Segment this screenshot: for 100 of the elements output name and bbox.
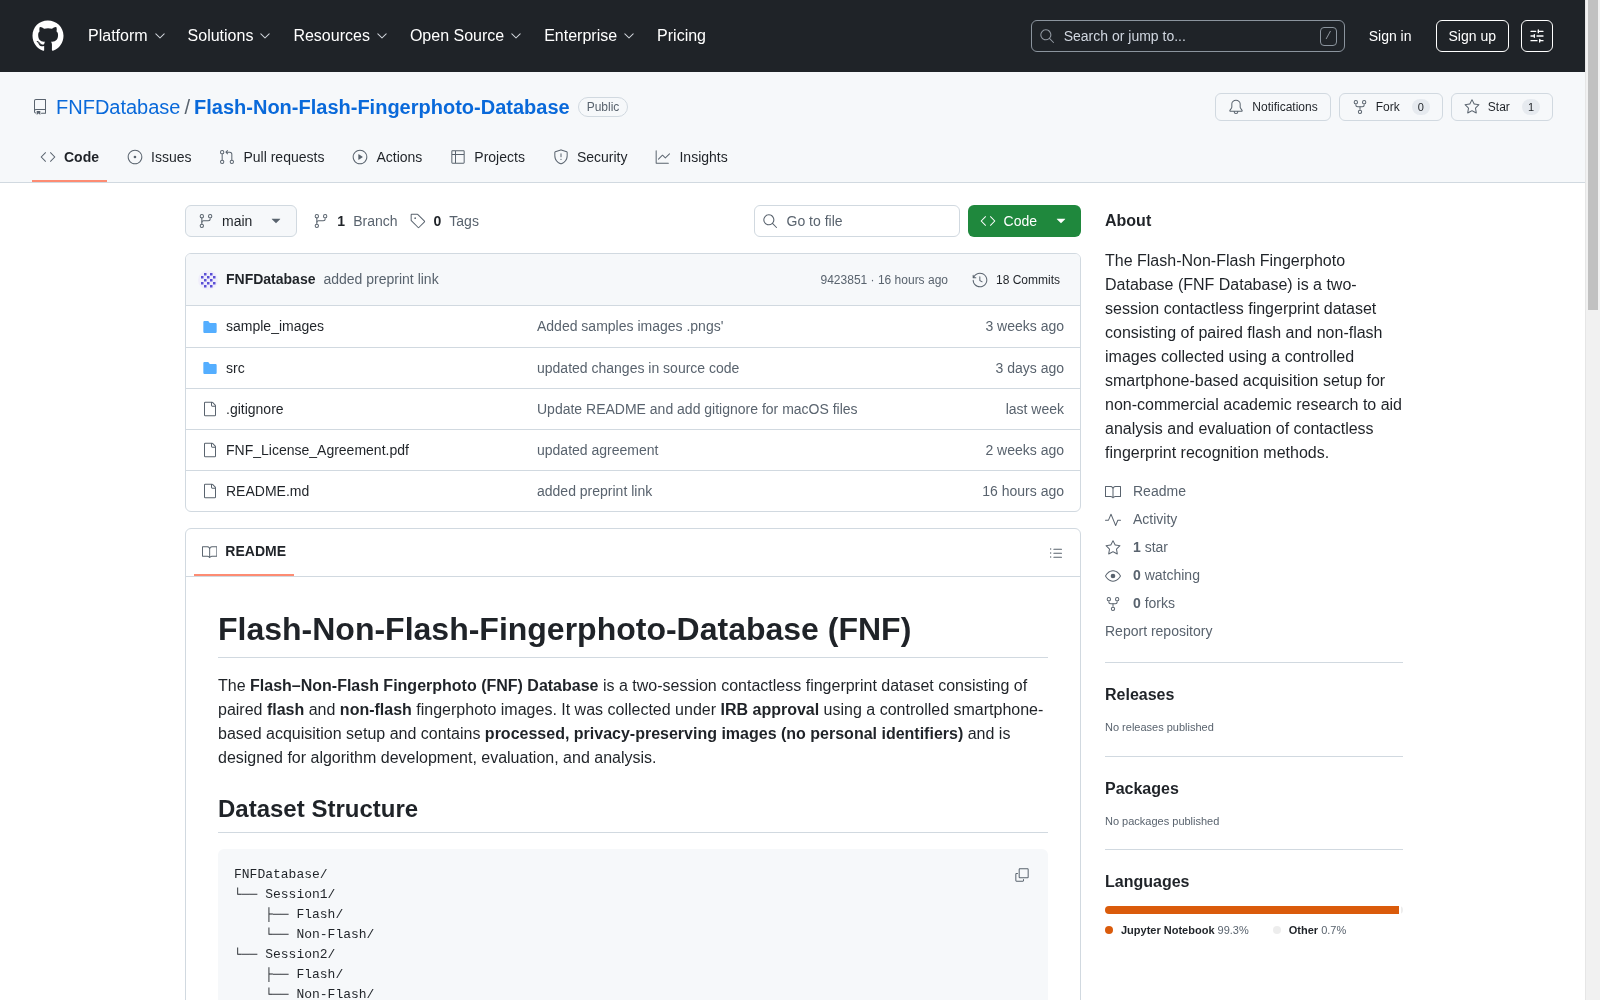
section-heading: Releases — [1105, 685, 1176, 705]
github-logo-icon[interactable] — [32, 20, 64, 52]
nav-link[interactable]: Platform — [88, 24, 168, 48]
section-heading: Languages — [1105, 872, 1191, 892]
repo-tab[interactable]: Pull requests — [211, 134, 333, 182]
file-name-link[interactable]: src — [226, 357, 245, 379]
search-icon — [761, 213, 778, 229]
path-separator: / — [184, 95, 191, 120]
file-icon — [202, 442, 218, 458]
section-heading: Packages — [1105, 778, 1180, 799]
commit-message-link[interactable]: added preprint link — [537, 480, 653, 502]
avatar-icon — [198, 269, 218, 290]
shortcut-key: / — [1320, 27, 1337, 46]
about-description: The Flash-Non-Flash Fingerphoto Database (FNF Database) is a two-session contactless fingerprint dataset consisting of paired flash and non-flash images collected using a controlled smartphone-based acquisition setup for non-commercial academic research to aid analysis and evaluation of contactless fingerprint recognition methods. — [1105, 251, 1402, 463]
pull-request-icon — [219, 149, 236, 165]
language-item[interactable]: Jupyter Notebook 99.3% — [1105, 922, 1249, 939]
readme-tab[interactable]: README — [194, 529, 294, 576]
language-item[interactable]: Other 0.7% — [1272, 922, 1347, 939]
pulse-icon — [1105, 511, 1121, 528]
report-link[interactable]: Report repository — [1105, 621, 1403, 642]
code-text: FNFDatabase/ └── Session1/ ├── Flash/ └── Non-Flash/ └── Session2/ ├── Flash/ └── Non-Flash/ — [234, 866, 376, 1000]
branch-icon — [198, 213, 214, 229]
about-heading: About — [1105, 211, 1153, 231]
nav-link[interactable]: Pricing — [657, 24, 706, 48]
section-heading: Dataset Structure — [218, 794, 1048, 833]
branch-icon — [313, 213, 330, 229]
folder-icon — [202, 318, 218, 335]
code-icon — [40, 149, 56, 165]
fork-icon — [1105, 595, 1121, 612]
nav-link[interactable]: Solutions — [187, 24, 274, 48]
about-link[interactable]: Readme — [1105, 481, 1403, 502]
repo-name-link[interactable]: Flash-Non-Flash-Fingerphoto-Database — [194, 92, 570, 122]
issue-icon — [127, 149, 143, 165]
sliders-icon — [1529, 28, 1545, 44]
shield-icon — [552, 149, 569, 165]
book-icon — [1105, 483, 1121, 500]
nav-link[interactable]: Open Source — [409, 24, 525, 48]
settings-button[interactable] — [1521, 20, 1553, 52]
about-link[interactable]: 1 star — [1105, 537, 1403, 558]
about-link[interactable]: 0 watching — [1105, 565, 1403, 586]
commit-message-link[interactable]: added preprint link — [323, 269, 439, 290]
nav-link[interactable]: Resources — [293, 24, 390, 48]
code-icon — [979, 213, 996, 229]
repo-action-button[interactable]: Star 1 — [1450, 93, 1553, 121]
readme-title: Flash-Non-Flash-Fingerphoto-Database (FNF) — [218, 609, 1048, 658]
commit-time: 2 weeks ago — [985, 440, 1064, 460]
commits-link[interactable]: 18 Commits — [964, 270, 1068, 289]
tags-link[interactable]: 0 Tags — [409, 210, 479, 232]
repo-tab[interactable]: Insights — [647, 134, 736, 182]
section-note: No releases published — [1105, 720, 1215, 735]
repo-action-button[interactable]: Notifications — [1215, 93, 1331, 121]
sign-in-link[interactable]: Sign in — [1368, 25, 1412, 47]
repo-action-button[interactable]: Fork 0 — [1338, 93, 1443, 121]
commit-time: 16 hours ago — [982, 481, 1064, 501]
commit-message-link[interactable]: Added samples images .pngs' — [537, 316, 724, 337]
file-name-link[interactable]: sample_images — [226, 316, 325, 337]
repo-tab[interactable]: Projects — [442, 134, 533, 182]
readme-paragraph: The Flash–Non-Flash Fingerphoto (FNF) Database is a two-session contactless fingerprint dataset consisting of paired flash and non-flash fingerphoto images. It was collected under IRB approval using a controlled smartphone-based acquisition setup and contains processed, privacy-preserving images (no personal identifiers) and is designed for algorithm development, evaluation, and analysis. — [218, 676, 1045, 768]
scrollbar-thumb[interactable] — [1588, 0, 1598, 310]
file-name-link[interactable]: README.md — [226, 480, 310, 502]
file-icon — [202, 483, 218, 499]
graph-icon — [655, 149, 672, 165]
about-link[interactable]: 0 forks — [1105, 593, 1403, 614]
commit-message-link[interactable]: updated changes in source code — [537, 357, 740, 379]
about-link[interactable]: Activity — [1105, 509, 1403, 530]
star-icon — [1105, 539, 1121, 556]
search-icon — [1038, 28, 1055, 44]
table-icon — [450, 149, 467, 165]
commit-time: last week — [1005, 399, 1064, 419]
section-note: No packages published — [1105, 813, 1221, 829]
folder-icon — [202, 360, 218, 376]
sign-up-button[interactable]: Sign up — [1435, 20, 1509, 52]
commit-author-link[interactable]: FNFDatabase — [226, 269, 316, 290]
branch-select-button[interactable]: main — [185, 205, 298, 237]
commit-message-link[interactable]: Update README and add gitignore for macOS files — [537, 398, 858, 420]
eye-icon — [1105, 567, 1121, 584]
repo-tab[interactable]: Actions — [344, 134, 431, 182]
file-icon — [202, 401, 218, 417]
commit-time: 3 weeks ago — [985, 317, 1064, 336]
copy-icon — [1014, 867, 1030, 883]
file-name-link[interactable]: FNF_License_Agreement.pdf — [226, 439, 409, 461]
play-icon — [352, 149, 369, 165]
nav-link[interactable]: Enterprise — [544, 24, 638, 48]
owner-link[interactable]: FNFDatabase — [56, 92, 181, 122]
go-to-file-field[interactable]: Go to file — [753, 205, 960, 237]
code-button[interactable]: Code — [967, 205, 1081, 237]
repo-tab[interactable]: Issues — [119, 134, 200, 182]
fork-icon — [1351, 99, 1368, 115]
file-name-link[interactable]: .gitignore — [226, 398, 284, 420]
commit-meta: 9423851 · 16 hours ago — [820, 271, 948, 289]
history-icon — [972, 271, 988, 288]
repo-icon — [32, 99, 48, 115]
commit-message-link[interactable]: updated agreement — [537, 439, 659, 461]
bell-icon — [1228, 99, 1245, 115]
repo-tab[interactable]: Code — [32, 134, 107, 182]
book-icon — [202, 543, 218, 560]
branches-link[interactable]: 1 Branch — [313, 210, 398, 232]
tag-icon — [409, 213, 426, 229]
repo-tab[interactable]: Security — [544, 134, 636, 182]
count-badge: 1 — [1521, 98, 1540, 116]
